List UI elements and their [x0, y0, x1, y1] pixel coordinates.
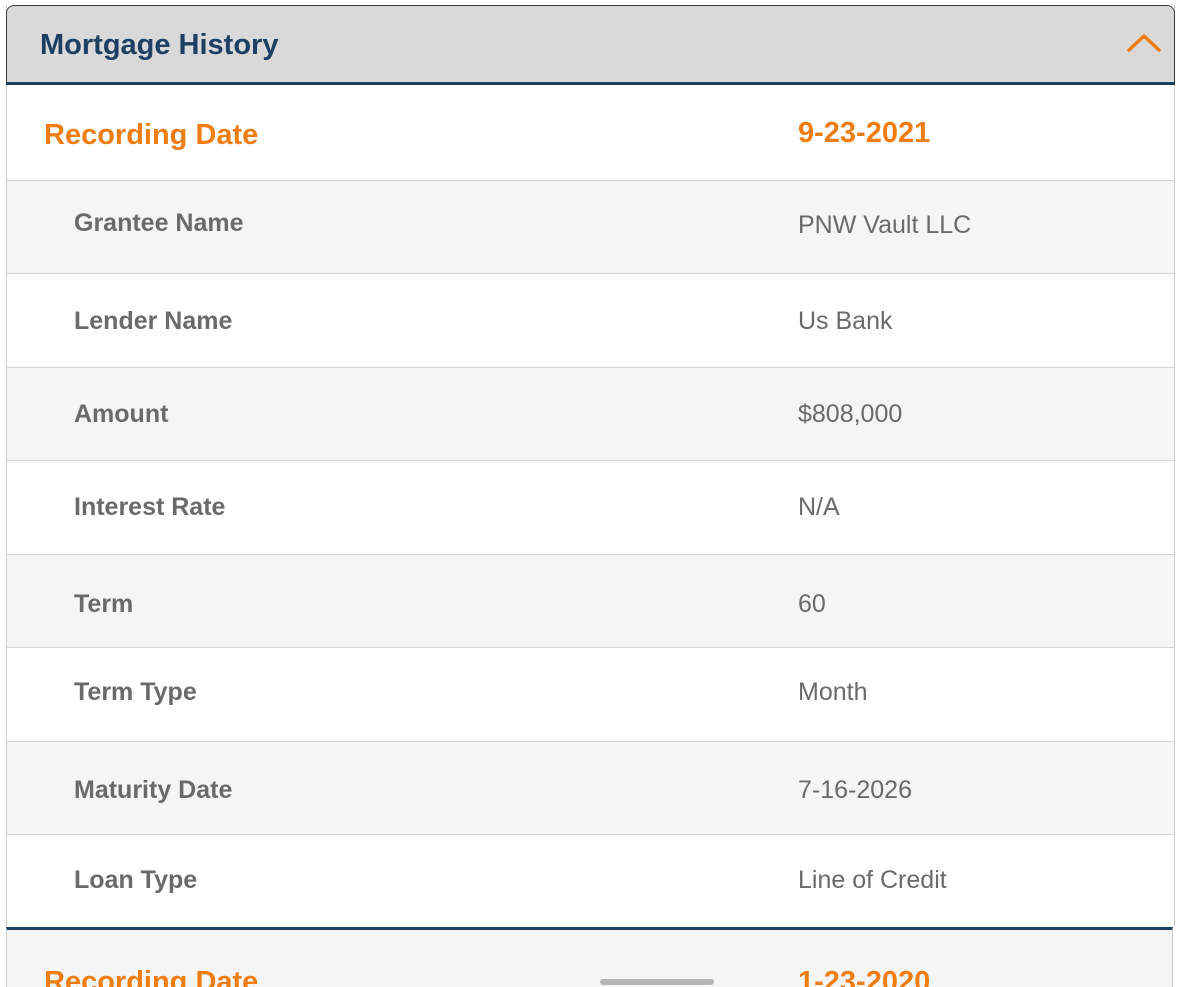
field-label: Amount	[74, 400, 169, 428]
recording-date-value: 9-23-2021	[798, 117, 931, 149]
field-value: N/A	[798, 493, 840, 521]
recording-date-label: Recording Date	[44, 966, 259, 987]
field-label: Maturity Date	[74, 776, 233, 804]
recording-date-value: 1-23-2020	[798, 966, 931, 987]
field-row-grantee-name: Grantee Name PNW Vault LLC	[7, 181, 1174, 274]
chevron-up-icon[interactable]	[1126, 30, 1162, 54]
field-row-maturity-date: Maturity Date 7-16-2026	[7, 742, 1174, 835]
field-value: $808,000	[798, 400, 903, 428]
field-value: Line of Credit	[798, 866, 947, 894]
field-row-term: Term 60	[7, 555, 1174, 648]
field-row-term-type: Term Type Month	[7, 648, 1174, 742]
recording-date-label: Recording Date	[44, 119, 259, 151]
field-label: Loan Type	[74, 866, 198, 894]
field-value: 60	[798, 590, 826, 618]
field-label: Lender Name	[74, 307, 233, 335]
field-value: Month	[798, 678, 868, 706]
mortgage-history-header[interactable]: Mortgage History	[6, 5, 1175, 85]
field-row-amount: Amount $808,000	[7, 368, 1174, 461]
field-value: PNW Vault LLC	[798, 211, 972, 239]
field-value: 7-16-2026	[798, 776, 912, 804]
field-label: Interest Rate	[74, 493, 226, 521]
panel-title: Mortgage History	[40, 29, 279, 61]
field-label: Grantee Name	[74, 209, 244, 237]
recording-date-row: Recording Date 9-23-2021	[7, 85, 1174, 181]
field-label: Term Type	[74, 678, 197, 706]
field-row-interest-rate: Interest Rate N/A	[7, 461, 1174, 555]
recording-date-row-2: Recording Date 1-23-2020	[6, 927, 1173, 987]
field-row-lender-name: Lender Name Us Bank	[7, 274, 1174, 368]
scroll-handle[interactable]	[600, 979, 714, 985]
field-row-loan-type: Loan Type Line of Credit	[7, 835, 1174, 926]
field-label: Term	[74, 590, 134, 618]
field-value: Us Bank	[798, 307, 893, 335]
mortgage-history-panel: Mortgage History Recording Date 9-23-202…	[6, 5, 1175, 926]
